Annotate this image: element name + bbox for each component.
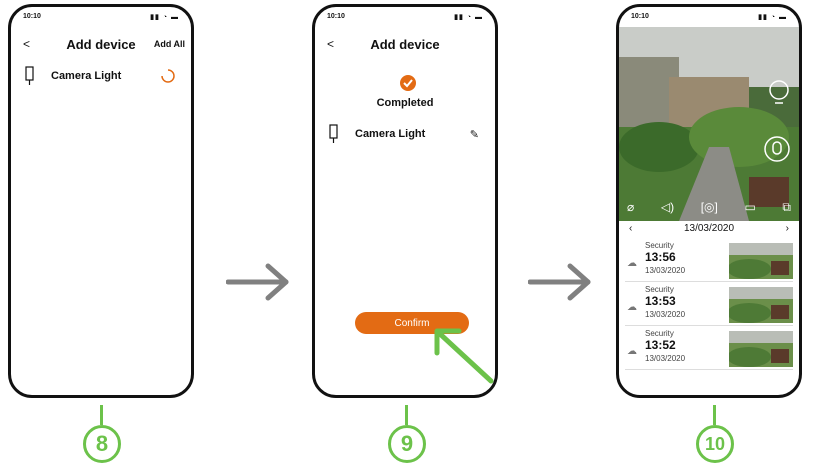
cloud-icon: ☁ bbox=[627, 346, 637, 357]
camera-light-icon bbox=[329, 124, 338, 143]
date-navigator: ‹ 13/03/2020 › bbox=[619, 223, 799, 237]
device-name: Camera Light bbox=[51, 70, 122, 82]
next-date-button[interactable]: › bbox=[786, 223, 789, 234]
check-icon bbox=[400, 75, 416, 91]
gallery-icon[interactable]: ⧉ bbox=[782, 200, 791, 215]
speaker-icon[interactable]: ◁) bbox=[661, 200, 674, 215]
step-connector bbox=[405, 405, 408, 425]
event-record[interactable]: ☁ Security 13:52 13/03/2020 bbox=[625, 329, 793, 370]
event-thumbnail[interactable] bbox=[729, 331, 793, 367]
device-row[interactable]: Camera Light ✎ bbox=[329, 121, 485, 147]
light-bulb-icon[interactable] bbox=[767, 79, 791, 107]
step-connector bbox=[713, 405, 716, 425]
status-bar: 10:10 ▮▮ ◔ ▬ bbox=[23, 13, 179, 23]
camera-light-icon bbox=[25, 66, 34, 85]
cloud-icon: ☁ bbox=[627, 258, 637, 269]
phone-screen-10: 10:10 ▮▮ ◔ ▬ ⌀ ◁) [◎] ▭ ⧉ ‹ 13/03/2020 ›… bbox=[616, 4, 802, 398]
garden-scene bbox=[619, 27, 799, 221]
page-title: Add device bbox=[370, 37, 440, 52]
device-row[interactable]: Camera Light bbox=[25, 63, 181, 89]
edit-icon[interactable]: ✎ bbox=[470, 128, 479, 141]
phone-screen-8: 10:10 ▮▮ ◔ ▬ < Add device Add All Camera… bbox=[8, 4, 194, 398]
add-all-button[interactable]: Add All bbox=[154, 39, 185, 49]
event-thumbnail[interactable] bbox=[729, 287, 793, 323]
cloud-icon: ☁ bbox=[627, 302, 637, 313]
step-connector bbox=[100, 405, 103, 425]
status-icons: ▮▮ ◔ ▬ bbox=[758, 14, 787, 21]
camera-live-view[interactable]: ⌀ ◁) [◎] ▭ ⧉ bbox=[619, 27, 799, 221]
phone-screen-9: 10:10 ▮▮ ◔ ▬ < Add device Completed Came… bbox=[312, 4, 498, 398]
completed-label: Completed bbox=[376, 97, 434, 109]
step-number: 8 bbox=[83, 425, 121, 463]
header: < Add device Add All bbox=[11, 37, 191, 59]
event-record[interactable]: ☁ Security 13:53 13/03/2020 bbox=[625, 285, 793, 326]
event-label: Security bbox=[645, 241, 674, 250]
event-label: Security bbox=[645, 285, 674, 294]
status-bar: 10:10 ▮▮ ◔ ▬ bbox=[327, 13, 483, 23]
camera-controls: ⌀ ◁) [◎] ▭ ⧉ bbox=[627, 200, 791, 215]
status-time: 10:10 bbox=[23, 13, 41, 20]
step-number: 10 bbox=[696, 425, 734, 463]
pointer-arrow-icon bbox=[434, 328, 494, 384]
event-date: 13/03/2020 bbox=[645, 354, 686, 363]
arrow-right-icon bbox=[528, 263, 591, 301]
mute-mic-icon[interactable]: ⌀ bbox=[627, 200, 634, 215]
event-date: 13/03/2020 bbox=[645, 266, 686, 275]
event-label: Security bbox=[645, 329, 674, 338]
event-thumbnail[interactable] bbox=[729, 243, 793, 279]
status-time: 10:10 bbox=[327, 13, 345, 20]
loading-spinner-icon bbox=[161, 69, 175, 83]
event-time: 13:52 bbox=[645, 338, 676, 352]
event-time: 13:53 bbox=[645, 294, 676, 308]
header: < Add device bbox=[315, 37, 495, 59]
motion-sensor-icon[interactable] bbox=[763, 135, 791, 163]
device-name: Camera Light bbox=[355, 128, 426, 140]
status-icons: ▮▮ ◔ ▬ bbox=[454, 14, 483, 21]
status-icons: ▮▮ ◔ ▬ bbox=[150, 14, 179, 21]
step-number: 9 bbox=[388, 425, 426, 463]
event-time: 13:56 bbox=[645, 250, 676, 264]
status-bar: 10:10 ▮▮ ◔ ▬ bbox=[631, 13, 787, 23]
record-video-icon[interactable]: ▭ bbox=[744, 200, 755, 215]
event-record[interactable]: ☁ Security 13:56 13/03/2020 bbox=[625, 241, 793, 282]
event-date: 13/03/2020 bbox=[645, 310, 686, 319]
status-time: 10:10 bbox=[631, 13, 649, 20]
current-date: 13/03/2020 bbox=[683, 223, 735, 234]
arrow-right-icon bbox=[226, 263, 289, 301]
snapshot-icon[interactable]: [◎] bbox=[701, 200, 718, 215]
